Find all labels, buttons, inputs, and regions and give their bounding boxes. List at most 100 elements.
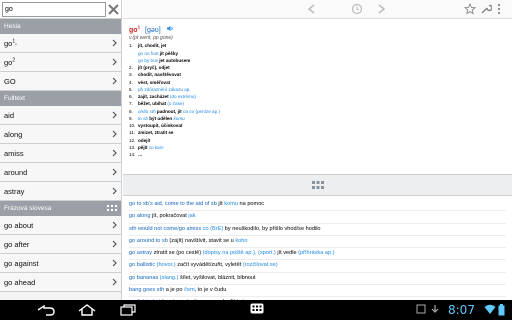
sense-row: 9. to sb být udělen komu: [129, 115, 506, 122]
phrase-english: go around to sb: [129, 237, 168, 244]
wifi-icon: [484, 304, 496, 314]
phrase-translation: by neuškodilo, by přišlo vhod/se hodilo: [223, 225, 321, 232]
fulltext-item[interactable]: aid: [0, 106, 121, 125]
sense-text: jít pěšky: [158, 50, 179, 56]
sense-row: 2. jít (pryč), odjet: [129, 64, 506, 71]
wrench-icon[interactable]: [480, 3, 492, 15]
notification-icon[interactable]: [416, 304, 426, 314]
fulltext-label: astray: [4, 187, 25, 196]
phrasal-item[interactable]: go against: [0, 254, 121, 273]
phrase-english: go ballistic: [129, 262, 156, 269]
phrase-row[interactable]: go ballistic (hovor.) začít vyvádět/zuři…: [129, 260, 506, 273]
sense-number: 2.: [129, 65, 133, 71]
sense-row: 10. vystoupit, účinkovat: [129, 122, 506, 129]
headword-item[interactable]: go1•: [0, 34, 121, 53]
phrasal-item[interactable]: go ahead: [0, 273, 121, 292]
more-menu-icon[interactable]: [496, 3, 502, 15]
sense-text: zmizet, ztratit se: [138, 130, 174, 136]
dictionary-entry: go1 [gəʊ] v.(pt went, pp gone) 1. jít, ch…: [123, 19, 512, 174]
sense-text: zajít, zacházet: [138, 94, 170, 100]
phrasal-item[interactable]: go about: [0, 216, 121, 235]
sense-text: (do extrému): [169, 94, 196, 100]
headword-text: go: [129, 27, 138, 35]
phrase-row[interactable]: go astray ztratit se (po cestě) (dopisy …: [129, 248, 506, 261]
chevron-right-icon: [112, 278, 117, 286]
chevron-right-icon: [112, 111, 117, 119]
phrase-row[interactable]: go to sb's aid, come to the aid of sb jí…: [129, 199, 506, 212]
fulltext-item[interactable]: amiss: [0, 144, 121, 163]
phrase-translation: (slang.): [158, 274, 179, 281]
sense-number: 3.: [129, 72, 133, 78]
left-panel: go Hesla go1• go2 GO Fulltext aid along …: [0, 0, 122, 300]
recent-apps-icon[interactable]: [118, 304, 138, 316]
phrase-translation: jak: [188, 213, 196, 220]
search-input[interactable]: go: [2, 1, 106, 17]
sense-text: to sb: [138, 115, 148, 121]
phrase-translation: (hovor.): [155, 262, 176, 269]
sense-text: na co: [182, 108, 195, 114]
keyboard-icon[interactable]: [250, 303, 264, 316]
search-row: go: [0, 0, 121, 19]
fulltext-item[interactable]: along: [0, 125, 121, 144]
chevron-right-icon: [112, 39, 117, 47]
phrase-translation: (zajít) navštívit, stavit se u: [167, 237, 236, 244]
phrase-row[interactable]: sth would not come/go amiss co (BrE) by …: [129, 224, 506, 236]
close-icon: [107, 3, 119, 15]
phrase-row[interactable]: go bananas (slang.) šílet, vyšilovat, bl…: [129, 273, 506, 286]
headword-superscript: 1: [137, 25, 141, 30]
fulltext-label: aid: [4, 111, 15, 120]
forward-arrow-icon[interactable]: [375, 3, 387, 15]
phrase-row[interactable]: bang goes sth a je po čem, to je v čudu: [129, 285, 506, 298]
speaker-icon[interactable]: [166, 25, 174, 32]
sense-row: go by bus jet autobusem: [129, 57, 506, 64]
phrase-translation: co (BrE): [201, 225, 224, 232]
phrase-translation: čem: [184, 287, 195, 294]
headword-item[interactable]: GO: [0, 72, 121, 91]
fulltext-item[interactable]: around: [0, 163, 121, 182]
phrase-english: bang goes sth: [129, 287, 165, 294]
pronunciation: [gəʊ]: [145, 27, 161, 35]
sense-text: odejít: [138, 137, 151, 143]
sense-text: padnout, jít: [155, 108, 183, 114]
back-icon[interactable]: [36, 304, 56, 316]
phrase-english: sth would not come/go amiss: [129, 225, 202, 232]
home-icon[interactable]: [77, 304, 97, 316]
sense-row: 6. zajít, zacházet (do extrému): [129, 93, 506, 100]
sense-text: být udělen: [147, 115, 174, 121]
download-icon[interactable]: [430, 304, 440, 314]
phrase-translation: ztratit se (po cestě): [152, 250, 203, 257]
sense-number: 9.: [129, 115, 133, 121]
speaker-icon: •: [15, 42, 17, 48]
section-title: Frázová slovesa: [4, 205, 52, 212]
sense-number: 7.: [129, 101, 133, 107]
chevron-right-icon: [112, 187, 117, 195]
sense-text: co kam: [148, 144, 164, 150]
clear-search-button[interactable]: [106, 2, 120, 17]
star-icon[interactable]: [464, 3, 476, 15]
sense-text: on/to sth: [138, 108, 156, 114]
split-handle[interactable]: [123, 174, 512, 196]
sense-text: go by bus: [138, 57, 158, 63]
sense-text: jet autobusem: [157, 57, 191, 63]
phrase-translation: šílet, vyšilovat, bláznit, blbnout: [178, 274, 256, 281]
entry-header: go1 [gəʊ]: [129, 23, 506, 35]
headword-item[interactable]: go2: [0, 53, 121, 72]
sense-number: 6.: [129, 94, 133, 100]
chevron-right-icon: [112, 77, 117, 85]
sense-text: jít (pryč), odjet: [138, 65, 170, 71]
fulltext-item[interactable]: astray: [0, 182, 121, 201]
grid-handle-icon[interactable]: [107, 205, 117, 212]
phrase-row[interactable]: go along jít, pokračovat jak: [129, 211, 506, 224]
chevron-right-icon: [112, 58, 117, 66]
system-nav-bar: 8:07: [0, 300, 512, 320]
phrasal-label: go about: [4, 221, 34, 230]
back-arrow-icon[interactable]: [306, 3, 318, 15]
history-icon[interactable]: [351, 3, 363, 15]
phrasal-item[interactable]: go after: [0, 235, 121, 254]
sense-text: chodit, navštěvovat: [138, 72, 181, 78]
verb-forms: v.(pt went, pp gone): [129, 35, 173, 42]
phrase-row[interactable]: go around to sb (zajít) navštívit, stavi…: [129, 236, 506, 249]
sense-text: komu: [173, 115, 185, 121]
sense-text: při zdůraznění zákazu ap.: [138, 86, 191, 92]
sense-number: 12.: [129, 137, 136, 143]
